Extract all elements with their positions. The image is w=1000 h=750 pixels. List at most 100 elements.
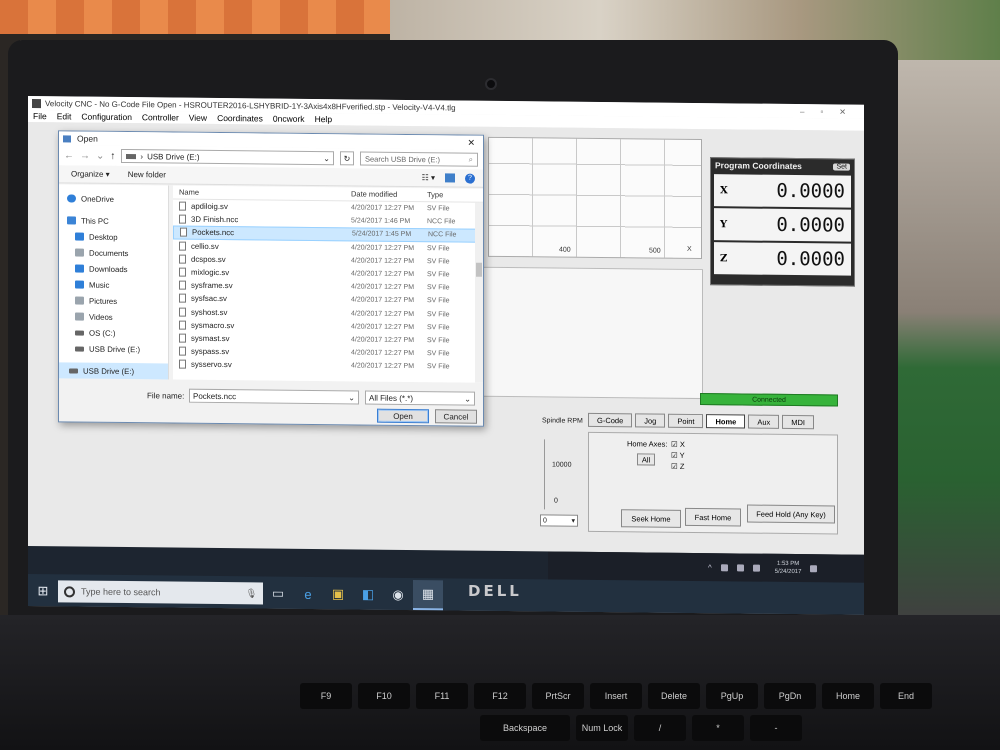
cnc-icon[interactable]: ▦ xyxy=(413,580,443,611)
nav-item-usb-drive[interactable]: USB Drive (E:) xyxy=(59,340,168,357)
menu-view[interactable]: View xyxy=(189,113,207,123)
taskbar-search[interactable]: Type here to search 🎙 xyxy=(58,580,263,605)
home-axis-y-checkbox[interactable]: ☑ Y xyxy=(671,451,685,460)
nav-item-desktop[interactable]: Desktop xyxy=(59,228,168,245)
spindle-select[interactable]: 0 ▾ xyxy=(540,514,578,527)
file-row[interactable]: sysservo.sv 4/20/2017 12:27 PM SV File xyxy=(173,358,483,374)
nav-item-videos[interactable]: Videos xyxy=(59,308,168,325)
menu-configuration[interactable]: Configuration xyxy=(81,112,132,123)
up-arrow-icon[interactable]: ↑ xyxy=(110,150,115,161)
webcam xyxy=(485,78,497,90)
nav-item-documents[interactable]: Documents xyxy=(59,244,168,261)
nav-item-onedrive[interactable]: OneDrive xyxy=(59,190,168,207)
home-axis-z-checkbox[interactable]: ☑ Z xyxy=(671,462,684,471)
fast-home-button[interactable]: Fast Home xyxy=(685,507,741,527)
tray-clock[interactable]: 1:53 PM 5/24/2017 xyxy=(775,560,802,576)
chevron-down-icon[interactable]: ⌄ xyxy=(348,393,355,402)
forward-arrow-icon[interactable]: → xyxy=(80,150,90,161)
maximize-button[interactable]: ▫ xyxy=(820,107,823,116)
nav-item-downloads[interactable]: Downloads xyxy=(59,260,168,277)
view-options-icon[interactable]: ☷ ▾ xyxy=(422,173,435,182)
nav-item-music[interactable]: Music xyxy=(59,276,168,293)
nav-item-os-c[interactable]: OS (C:) xyxy=(59,324,168,341)
nav-item-usb-drive-selected[interactable]: USB Drive (E:) xyxy=(59,362,168,380)
file-name: sysmacro.sv xyxy=(191,320,235,330)
nav-item-pictures[interactable]: Pictures xyxy=(59,292,168,309)
file-list-scrollbar[interactable] xyxy=(475,202,483,383)
recent-chevron-icon[interactable]: ⌄ xyxy=(96,150,104,161)
file-name-label: File name: xyxy=(147,391,185,401)
back-arrow-icon[interactable]: ← xyxy=(64,150,74,161)
home-panel: Home Axes: All ☑ X ☑ Y ☑ Z Seek Home Fas… xyxy=(588,431,838,535)
file-name-input[interactable]: Pockets.ncc ⌄ xyxy=(189,388,359,405)
address-bar[interactable]: › USB Drive (E:) ⌄ xyxy=(121,148,334,166)
menu-edit[interactable]: Edit xyxy=(57,111,72,121)
breadcrumb-drive[interactable]: USB Drive (E:) xyxy=(147,152,199,162)
menu-coordinates[interactable]: Coordinates xyxy=(217,113,263,123)
search-input[interactable]: Search USB Drive (E:) ⌕ xyxy=(360,151,478,167)
nav-item-this-pc[interactable]: This PC xyxy=(59,212,168,229)
keyboard-key: F11 xyxy=(416,683,468,709)
coordinates-set-dropdown[interactable]: Set xyxy=(833,162,850,171)
battery-icon[interactable] xyxy=(752,564,760,572)
keyboard-key: / xyxy=(634,715,686,741)
usb-drive-icon xyxy=(69,367,78,374)
menu-ncwork[interactable]: 0ncwork xyxy=(273,114,305,124)
notifications-icon[interactable] xyxy=(810,564,818,572)
tray-chevron-icon[interactable]: ^ xyxy=(708,563,712,572)
scrollbar-thumb[interactable] xyxy=(476,262,482,277)
file-type: SV File xyxy=(427,310,450,319)
tab-mdi[interactable]: MDI xyxy=(782,414,814,430)
home-all-button[interactable]: All xyxy=(637,453,655,466)
app-icon[interactable]: ◉ xyxy=(383,580,413,610)
cancel-button[interactable]: Cancel xyxy=(435,409,477,424)
explorer-icon[interactable]: ▣ xyxy=(323,579,353,609)
x-tick-500: 500 xyxy=(649,247,661,255)
nav-label: Documents xyxy=(89,248,129,258)
seek-home-button[interactable]: Seek Home xyxy=(621,509,681,528)
file-name: 3D Finish.ncc xyxy=(191,214,239,225)
network-icon[interactable] xyxy=(720,563,728,571)
help-icon[interactable]: ? xyxy=(465,173,475,184)
chevron-down-icon: ⌄ xyxy=(464,394,471,404)
menu-help[interactable]: Help xyxy=(315,114,332,124)
chevron-down-icon[interactable]: ⌄ xyxy=(323,154,333,163)
keyboard-key: Backspace xyxy=(480,715,570,741)
column-date-modified[interactable]: Date modified xyxy=(351,189,427,199)
filter-value: All Files (*.*) xyxy=(369,393,414,403)
tab-jog[interactable]: Jog xyxy=(635,413,666,428)
volume-icon[interactable] xyxy=(736,563,744,571)
open-button[interactable]: Open xyxy=(377,408,429,424)
menu-controller[interactable]: Controller xyxy=(142,112,179,122)
column-type[interactable]: Type xyxy=(427,190,477,200)
organize-button[interactable]: Organize ▾ xyxy=(71,169,110,178)
file-type: SV File xyxy=(427,205,450,213)
feed-hold-button[interactable]: Feed Hold (Any Key) xyxy=(747,504,835,524)
close-button[interactable]: ✕ xyxy=(839,107,846,116)
file-icon xyxy=(179,320,186,330)
windows-start-icon[interactable]: ⊞ xyxy=(28,574,58,608)
new-folder-button[interactable]: New folder xyxy=(128,170,166,179)
preview-pane-icon[interactable] xyxy=(445,173,455,183)
keyboard-key: * xyxy=(692,715,744,741)
refresh-icon[interactable]: ↻ xyxy=(340,151,354,166)
toolpath-preview[interactable]: 400 500 X xyxy=(488,136,702,260)
store-icon[interactable]: ◧ xyxy=(353,579,383,609)
spindle-slider-track[interactable] xyxy=(544,439,545,510)
tab-aux[interactable]: Aux xyxy=(748,414,780,429)
chevron-down-icon: ▾ xyxy=(571,517,575,525)
minimize-button[interactable]: – xyxy=(800,107,804,116)
keyboard-deck: F9 F10 F11 F12 PrtScr Insert Delete PgUp PgDn Hom… xyxy=(0,615,1000,750)
menu-file[interactable]: File xyxy=(33,111,47,121)
tab-gcode[interactable]: G-Code xyxy=(588,412,633,428)
file-date: 4/20/2017 12:27 PM xyxy=(351,283,415,292)
mic-icon[interactable]: 🎙 xyxy=(246,588,263,599)
home-axis-x-checkbox[interactable]: ☑ X xyxy=(671,440,685,449)
tab-home[interactable]: Home xyxy=(706,414,746,429)
dialog-close-button[interactable]: ✕ xyxy=(467,137,483,148)
edge-icon[interactable]: e xyxy=(293,579,323,609)
tab-point[interactable]: Point xyxy=(668,413,704,429)
file-type-filter[interactable]: All Files (*.*) ⌄ xyxy=(365,390,475,406)
task-view-icon[interactable]: ▭ xyxy=(263,578,293,608)
column-name[interactable]: Name xyxy=(173,188,351,199)
